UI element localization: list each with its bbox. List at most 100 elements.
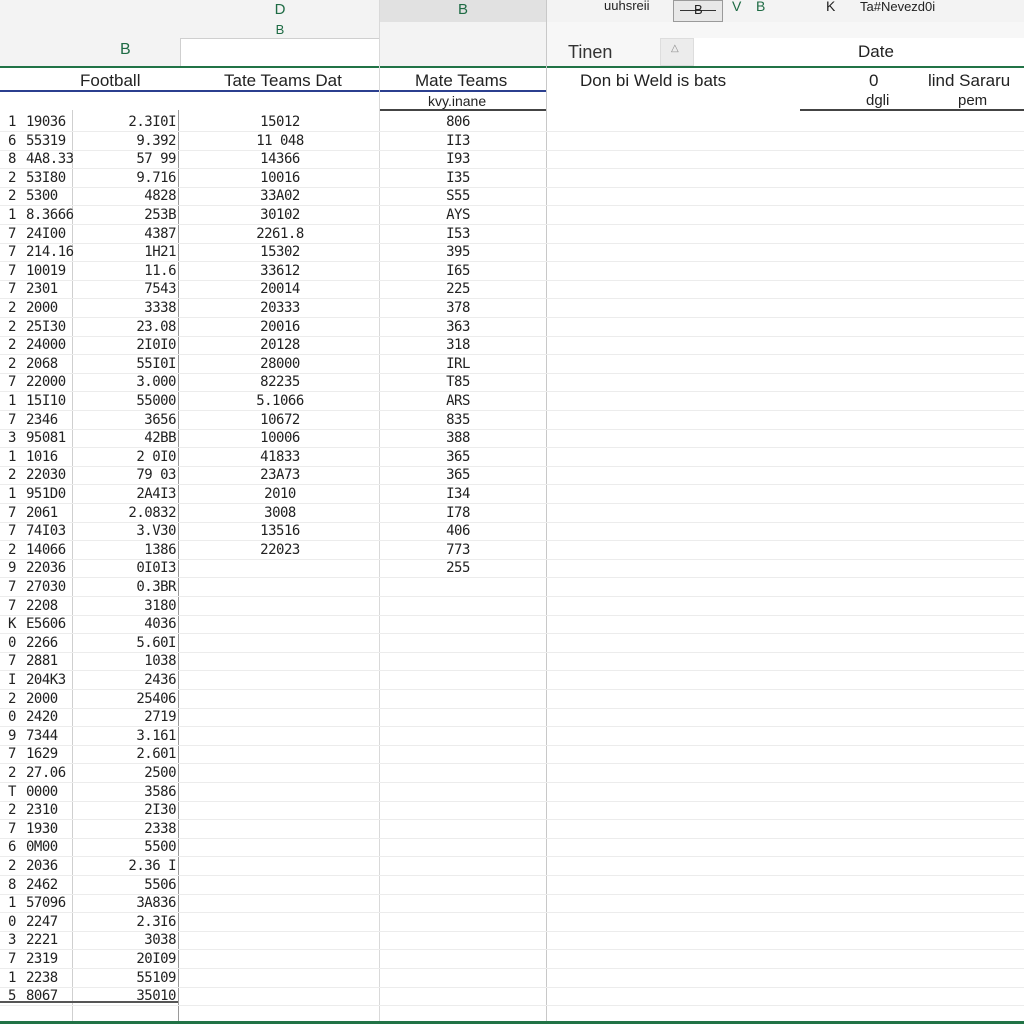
mate-teams-cell[interactable]: 835 xyxy=(420,412,496,428)
mate-teams-cell[interactable]: T85 xyxy=(420,374,496,390)
football-value-cell[interactable]: 9.716 xyxy=(100,170,176,186)
football-value-cell[interactable]: 79 03 xyxy=(100,467,176,483)
football-value-cell[interactable]: 3586 xyxy=(100,784,176,800)
row-index-cell[interactable]: 2 xyxy=(8,802,20,818)
column-subheader-b[interactable]: B xyxy=(180,22,380,38)
football-cell[interactable]: 2319 xyxy=(26,951,70,967)
football-value-cell[interactable]: 2.0832 xyxy=(100,505,176,521)
row-index-cell[interactable]: 2 xyxy=(8,858,20,874)
row-index-cell[interactable]: I xyxy=(8,672,20,688)
row-index-cell[interactable]: 0 xyxy=(8,709,20,725)
mate-teams-cell[interactable]: II3 xyxy=(420,133,496,149)
row-index-cell[interactable]: 7 xyxy=(8,653,20,669)
row-index-cell[interactable]: 1 xyxy=(8,449,20,465)
mate-teams-cell[interactable]: S55 xyxy=(420,188,496,204)
football-cell[interactable]: 2881 xyxy=(26,653,70,669)
football-value-cell[interactable]: 3.V30 xyxy=(100,523,176,539)
row-index-cell[interactable]: 1 xyxy=(8,895,20,911)
football-value-cell[interactable]: 55109 xyxy=(100,970,176,986)
football-cell[interactable]: 55319 xyxy=(26,133,70,149)
football-value-cell[interactable]: 9.392 xyxy=(100,133,176,149)
row-index-cell[interactable]: 6 xyxy=(8,133,20,149)
football-cell[interactable]: 19036 xyxy=(26,114,70,130)
football-value-cell[interactable]: 2.3I6 xyxy=(100,914,176,930)
football-value-cell[interactable]: 4387 xyxy=(100,226,176,242)
football-value-cell[interactable]: 2436 xyxy=(100,672,176,688)
football-value-cell[interactable]: 5500 xyxy=(100,839,176,855)
football-value-cell[interactable]: 5506 xyxy=(100,877,176,893)
tate-teams-cell[interactable]: 13516 xyxy=(230,523,330,539)
football-value-cell[interactable]: 25406 xyxy=(100,691,176,707)
row-index-cell[interactable]: 2 xyxy=(8,356,20,372)
tate-teams-cell[interactable]: 15302 xyxy=(230,244,330,260)
football-cell[interactable]: 951D0 xyxy=(26,486,70,502)
football-cell[interactable]: 2208 xyxy=(26,598,70,614)
football-value-cell[interactable]: 2.601 xyxy=(100,746,176,762)
football-value-cell[interactable]: 3656 xyxy=(100,412,176,428)
football-cell[interactable]: 57096 xyxy=(26,895,70,911)
tate-teams-cell[interactable]: 2010 xyxy=(230,486,330,502)
tate-teams-cell[interactable]: 23A73 xyxy=(230,467,330,483)
football-cell[interactable]: 2462 xyxy=(26,877,70,893)
mate-teams-cell[interactable]: IRL xyxy=(420,356,496,372)
football-cell[interactable]: E5606 xyxy=(26,616,70,632)
row-index-cell[interactable]: 7 xyxy=(8,523,20,539)
tate-teams-cell[interactable]: 15012 xyxy=(230,114,330,130)
column-header-b[interactable]: B xyxy=(380,0,546,24)
column-header-d[interactable]: D xyxy=(180,0,380,22)
football-cell[interactable]: 95081 xyxy=(26,430,70,446)
football-cell[interactable]: 2068 xyxy=(26,356,70,372)
football-value-cell[interactable]: 2338 xyxy=(100,821,176,837)
ribbon-k-button[interactable]: K xyxy=(826,0,835,14)
row-index-cell[interactable]: 7 xyxy=(8,374,20,390)
football-cell[interactable]: 53I80 xyxy=(26,170,70,186)
football-cell[interactable]: 2238 xyxy=(26,970,70,986)
mate-teams-cell[interactable]: 806 xyxy=(420,114,496,130)
tate-teams-cell[interactable]: 28000 xyxy=(230,356,330,372)
tate-teams-cell[interactable]: 20128 xyxy=(230,337,330,353)
tate-teams-cell[interactable]: 14366 xyxy=(230,151,330,167)
football-cell[interactable]: 2247 xyxy=(26,914,70,930)
football-value-cell[interactable]: 2I0I0 xyxy=(100,337,176,353)
row-index-cell[interactable]: 2 xyxy=(8,319,20,335)
football-cell[interactable]: 204K3 xyxy=(26,672,70,688)
football-value-cell[interactable]: 2 0I0 xyxy=(100,449,176,465)
football-value-cell[interactable]: 3180 xyxy=(100,598,176,614)
football-value-cell[interactable]: 0I0I3 xyxy=(100,560,176,576)
tate-teams-cell[interactable]: 10016 xyxy=(230,170,330,186)
football-cell[interactable]: 22036 xyxy=(26,560,70,576)
football-value-cell[interactable]: 4828 xyxy=(100,188,176,204)
tate-teams-cell[interactable]: 5.1066 xyxy=(230,393,330,409)
football-cell[interactable]: 1629 xyxy=(26,746,70,762)
football-value-cell[interactable]: 3.161 xyxy=(100,728,176,744)
football-cell[interactable]: 2266 xyxy=(26,635,70,651)
row-index-cell[interactable]: 2 xyxy=(8,300,20,316)
mate-teams-cell[interactable]: I65 xyxy=(420,263,496,279)
football-cell[interactable]: 24I00 xyxy=(26,226,70,242)
tate-teams-cell[interactable]: 20016 xyxy=(230,319,330,335)
row-index-cell[interactable]: 3 xyxy=(8,430,20,446)
mate-teams-cell[interactable]: 395 xyxy=(420,244,496,260)
football-cell[interactable]: 1930 xyxy=(26,821,70,837)
mate-teams-cell[interactable]: 406 xyxy=(420,523,496,539)
tate-teams-cell[interactable]: 22023 xyxy=(230,542,330,558)
football-cell[interactable]: 4A8.33 xyxy=(26,151,74,167)
row-index-cell[interactable]: 2 xyxy=(8,467,20,483)
football-value-cell[interactable]: 2500 xyxy=(100,765,176,781)
mate-teams-cell[interactable]: 318 xyxy=(420,337,496,353)
tate-teams-cell[interactable]: 30102 xyxy=(230,207,330,223)
ribbon-b-button[interactable]: B xyxy=(756,0,765,14)
football-cell[interactable]: 27.06 xyxy=(26,765,70,781)
row-index-cell[interactable]: 7 xyxy=(8,226,20,242)
row-index-cell[interactable]: 7 xyxy=(8,412,20,428)
mate-teams-cell[interactable]: 388 xyxy=(420,430,496,446)
row-index-cell[interactable]: 0 xyxy=(8,635,20,651)
mate-teams-cell[interactable]: I53 xyxy=(420,226,496,242)
football-value-cell[interactable]: 3A836 xyxy=(100,895,176,911)
formula-input[interactable] xyxy=(180,38,380,68)
football-value-cell[interactable]: 1H21 xyxy=(100,244,176,260)
football-value-cell[interactable]: 2.36 I xyxy=(100,858,176,874)
football-cell[interactable]: 0000 xyxy=(26,784,70,800)
tate-teams-cell[interactable]: 10006 xyxy=(230,430,330,446)
football-cell[interactable]: 5300 xyxy=(26,188,70,204)
